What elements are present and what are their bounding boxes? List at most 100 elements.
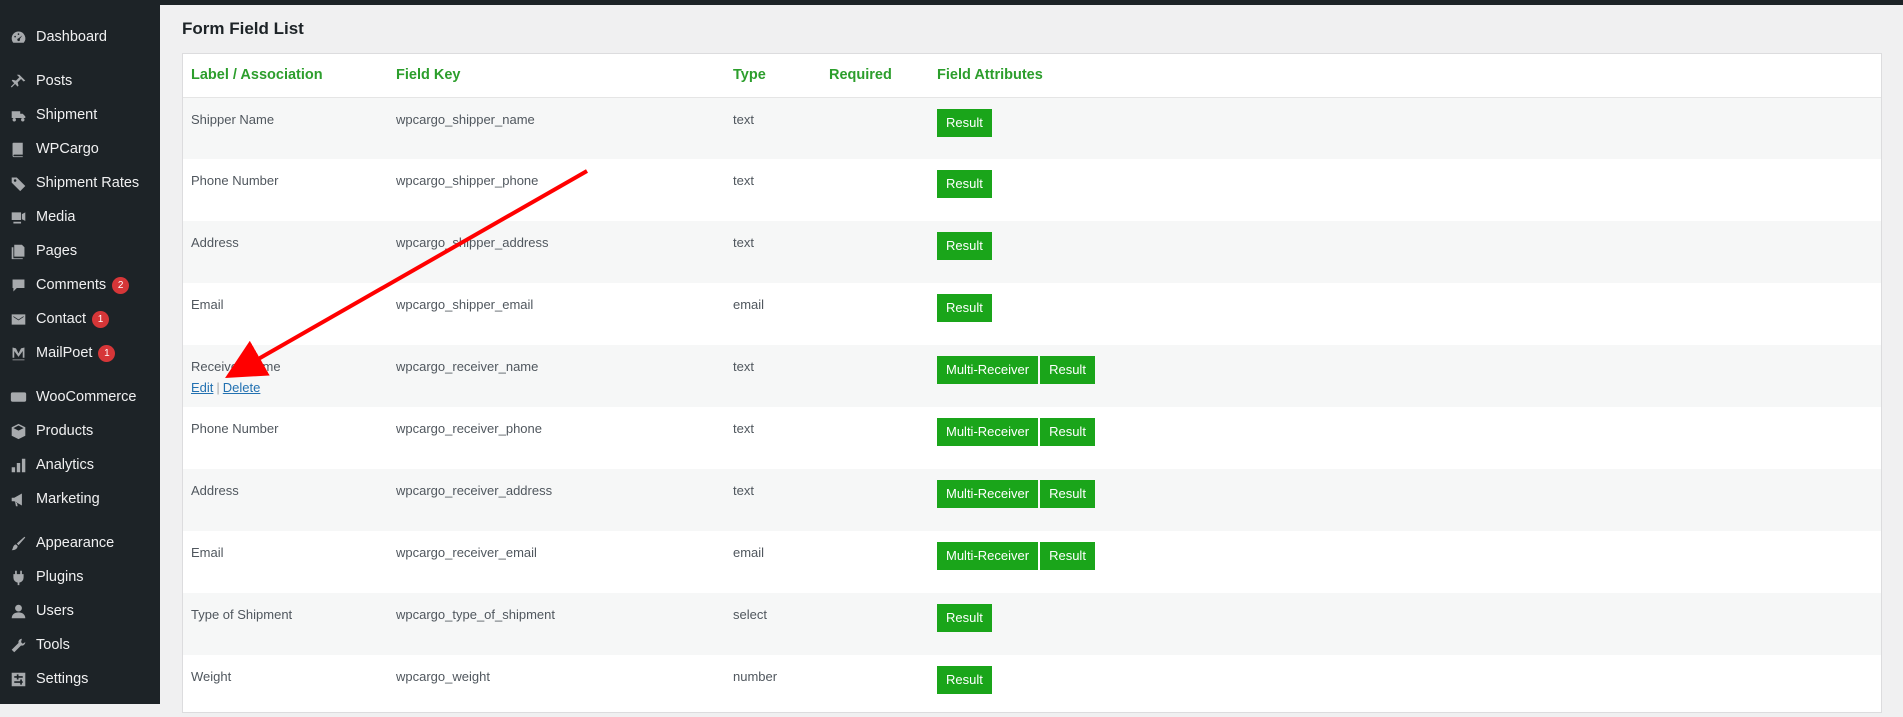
sidebar-item-woocommerce[interactable]: WooCommerce [0, 380, 160, 414]
cell-type-text: text [733, 421, 821, 436]
cell-field-attributes: Result [929, 593, 1881, 655]
media-icon [9, 208, 27, 226]
cell-required [821, 655, 929, 717]
cell-type: number [725, 655, 821, 717]
sidebar-item-mailpoet[interactable]: MailPoet1 [0, 336, 160, 370]
book-icon [9, 140, 27, 158]
result-button[interactable]: Result [937, 170, 992, 198]
result-button[interactable]: Result [937, 604, 992, 632]
sidebar-item-appearance[interactable]: Appearance [0, 526, 160, 560]
cell-required [821, 159, 929, 221]
cell-field-key: wpcargo_shipper_address [388, 221, 725, 283]
cell-type: text [725, 407, 821, 469]
table-row: Receiver NameEdit|Deletewpcargo_receiver… [183, 345, 1881, 407]
table-row: Phone Numberwpcargo_shipper_phonetextRes… [183, 159, 1881, 221]
sidebar-item-shipment[interactable]: Shipment [0, 98, 160, 132]
cell-field-key: wpcargo_receiver_address [388, 469, 725, 531]
table-body: Shipper Namewpcargo_shipper_nametextResu… [183, 97, 1881, 717]
sidebar-item-dashboard[interactable]: Dashboard [0, 20, 160, 54]
multi-receiver-button[interactable]: Multi-Receiver [937, 480, 1038, 508]
multi-receiver-button[interactable]: Multi-Receiver [937, 356, 1038, 384]
sidebar-item-marketing[interactable]: Marketing [0, 482, 160, 516]
cell-field-key-text: wpcargo_receiver_phone [396, 421, 725, 436]
result-button[interactable]: Result [937, 666, 992, 694]
sidebar-item-label: Shipment [36, 107, 97, 123]
sidebar-item-label: Tools [36, 637, 70, 653]
cube-icon [9, 422, 27, 440]
settings-icon [9, 670, 27, 688]
plug-icon [9, 568, 27, 586]
sidebar-item-label: Settings [36, 671, 88, 687]
sidebar-item-plugins[interactable]: Plugins [0, 560, 160, 594]
result-button[interactable]: Result [937, 294, 992, 322]
multi-receiver-button[interactable]: Multi-Receiver [937, 418, 1038, 446]
cell-type-text: text [733, 359, 821, 374]
cell-field-key-text: wpcargo_receiver_name [396, 359, 725, 374]
cell-required [821, 345, 929, 407]
cell-field-key: wpcargo_shipper_email [388, 283, 725, 345]
sidebar-item-users[interactable]: Users [0, 594, 160, 628]
dashboard-icon [9, 28, 27, 46]
cell-field-key: wpcargo_receiver_email [388, 531, 725, 593]
truck-icon [9, 106, 27, 124]
sidebar-item-pages[interactable]: Pages [0, 234, 160, 268]
result-button[interactable]: Result [937, 109, 992, 137]
sidebar-item-settings[interactable]: Settings [0, 662, 160, 696]
cell-label: Shipper Name [183, 97, 388, 159]
edit-link[interactable]: Edit [191, 380, 213, 395]
cell-type: email [725, 283, 821, 345]
cell-label-text: Email [191, 545, 388, 560]
column-header-label: Label / Association [183, 54, 388, 97]
sidebar-item-label: WooCommerce [36, 389, 136, 405]
cell-label-text: Address [191, 483, 388, 498]
cell-field-key: wpcargo_weight [388, 655, 725, 717]
table-row: Phone Number wpcargo_receiver_phone text Mu… [183, 407, 1881, 469]
cell-type-text: text [733, 483, 821, 498]
wrench-icon [9, 636, 27, 654]
cell-label: Address [183, 221, 388, 283]
result-button[interactable]: Result [1040, 542, 1095, 570]
sidebar-item-label: Contact [36, 311, 86, 327]
cell-field-key: wpcargo_receiver_name [388, 345, 725, 407]
table-row: Emailwpcargo_shipper_emailemail Result [183, 283, 1881, 345]
sidebar-item-analytics[interactable]: Analytics [0, 448, 160, 482]
cell-type-text: select [733, 607, 821, 622]
cell-field-key: wpcargo_shipper_phone [388, 159, 725, 221]
cell-field-key-text: wpcargo_receiver_email [396, 545, 725, 560]
sidebar-item-contact[interactable]: Contact1 [0, 302, 160, 336]
result-button[interactable]: Result [1040, 418, 1095, 446]
sidebar-item-label: Products [36, 423, 93, 439]
sidebar-item-wpcargo[interactable]: WPCargo [0, 132, 160, 166]
result-button[interactable]: Result [937, 232, 992, 260]
mailpoet-icon [9, 344, 27, 362]
cell-label: Phone Number [183, 407, 388, 469]
row-actions: Edit|Delete [191, 380, 388, 395]
megaphone-icon [9, 490, 27, 508]
sidebar-item-comments[interactable]: Comments2 [0, 268, 160, 302]
table-row: Addresswpcargo_shipper_addresstextResult [183, 221, 1881, 283]
cell-type-text: number [733, 669, 821, 684]
cell-field-attributes: Multi-ReceiverResult [929, 531, 1881, 593]
sidebar-item-label: Posts [36, 73, 72, 89]
cell-required [821, 97, 929, 159]
cell-type: text [725, 469, 821, 531]
result-button[interactable]: Result [1040, 356, 1095, 384]
cell-field-attributes: Result [929, 97, 1881, 159]
cell-field-key: wpcargo_shipper_name [388, 97, 725, 159]
sidebar-item-tools[interactable]: Tools [0, 628, 160, 662]
cell-field-attributes: Result [929, 655, 1881, 717]
woo-icon [9, 388, 27, 406]
sidebar-item-products[interactable]: Products [0, 414, 160, 448]
cell-label: Email [183, 283, 388, 345]
delete-link[interactable]: Delete [223, 380, 261, 395]
multi-receiver-button[interactable]: Multi-Receiver [937, 542, 1038, 570]
sidebar-item-posts[interactable]: Posts [0, 64, 160, 98]
sidebar-item-label: Analytics [36, 457, 94, 473]
cell-type: text [725, 159, 821, 221]
cell-required [821, 593, 929, 655]
sidebar-item-media[interactable]: Media [0, 200, 160, 234]
table-row: Weightwpcargo_weightnumberResult [183, 655, 1881, 717]
sidebar-item-label: Shipment Rates [36, 175, 139, 191]
result-button[interactable]: Result [1040, 480, 1095, 508]
sidebar-item-shipment-rates[interactable]: Shipment Rates [0, 166, 160, 200]
